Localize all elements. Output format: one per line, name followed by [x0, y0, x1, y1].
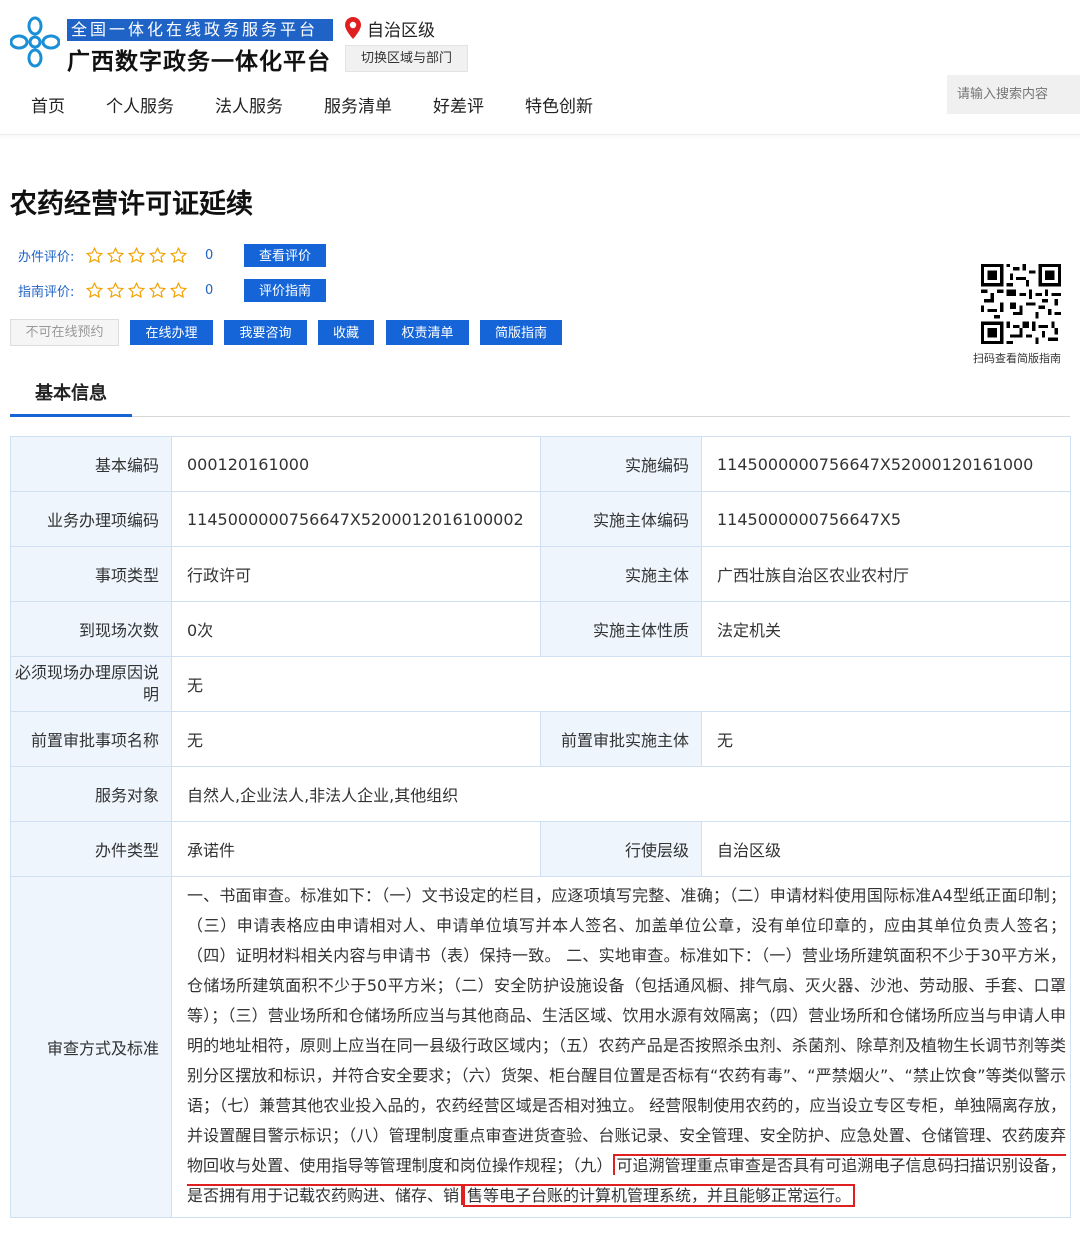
platform-banner: 全国一体化在线政务服务平台	[67, 19, 333, 41]
handling-rating-count: 0	[205, 247, 214, 263]
nav-personal-service[interactable]: 个人服务	[106, 92, 174, 117]
guide-rating-stars[interactable]	[86, 281, 187, 299]
pre-subject-value: 无	[701, 711, 1071, 767]
table-row: 业务办理项编码 1145000000756647X520001201610000…	[10, 491, 1071, 547]
simple-guide-button[interactable]: 简版指南	[480, 320, 562, 345]
subject-code-value: 1145000000756647X5	[701, 491, 1071, 547]
nav-innovation[interactable]: 特色创新	[525, 92, 593, 117]
nav-home[interactable]: 首页	[31, 92, 65, 117]
business-code-value: 1145000000756647X5200012016100002	[171, 491, 541, 547]
pre-subject-label: 前置审批实施主体	[540, 711, 702, 767]
level-value: 自治区级	[701, 821, 1071, 877]
table-row: 基本编码 000120161000 实施编码 1145000000756647X…	[10, 436, 1071, 492]
rights-list-button[interactable]: 权责清单	[386, 320, 469, 345]
subject-code-label: 实施主体编码	[540, 491, 702, 547]
basic-code-value: 000120161000	[171, 436, 541, 492]
review-text: 一、书面审查。标准如下：（一）文书设定的栏目，应逐项填写完整、准确；（二）申请材…	[187, 886, 1066, 1175]
search-input[interactable]	[947, 75, 1080, 114]
consult-button[interactable]: 我要咨询	[224, 320, 307, 345]
star-outline-icon[interactable]	[128, 281, 145, 299]
table-row: 到现场次数 0次 实施主体性质 法定机关	[10, 601, 1071, 657]
star-outline-icon[interactable]	[149, 281, 166, 299]
visits-label: 到现场次数	[10, 601, 172, 657]
basic-code-label: 基本编码	[10, 436, 172, 492]
nav-evaluation[interactable]: 好差评	[433, 92, 484, 117]
subject-value: 广西壮族自治区农业农村厅	[701, 546, 1071, 602]
table-row: 办件类型 承诺件 行使层级 自治区级	[10, 821, 1071, 877]
subject-nature-label: 实施主体性质	[540, 601, 702, 657]
table-row: 服务对象 自然人,企业法人,非法人企业,其他组织	[10, 766, 1071, 822]
target-label: 服务对象	[10, 766, 172, 822]
table-row: 审查方式及标准 一、书面审查。标准如下：（一）文书设定的栏目，应逐项填写完整、准…	[10, 876, 1071, 1218]
tab-basic-info[interactable]: 基本信息	[10, 380, 132, 417]
basic-info-table: 基本编码 000120161000 实施编码 1145000000756647X…	[10, 436, 1071, 1218]
pre-item-value: 无	[171, 711, 541, 767]
platform-name[interactable]: 广西数字政务一体化平台	[67, 42, 331, 76]
level-label: 行使层级	[540, 821, 702, 877]
location-indicator: 自治区级	[345, 16, 435, 41]
review-label: 审查方式及标准	[10, 876, 172, 1218]
target-value: 自然人,企业法人,非法人企业,其他组织	[171, 766, 1071, 822]
pre-item-label: 前置审批事项名称	[10, 711, 172, 767]
subject-label: 实施主体	[540, 546, 702, 602]
handle-type-label: 办件类型	[10, 821, 172, 877]
table-row: 必须现场办理原因说明 无	[10, 656, 1071, 712]
handling-rating-row: 办件评价: 0	[18, 244, 221, 266]
location-text: 自治区级	[367, 20, 435, 41]
star-outline-icon[interactable]	[170, 246, 187, 264]
online-handle-button[interactable]: 在线办理	[130, 320, 213, 345]
main-nav: 首页 个人服务 法人服务 服务清单 好差评 特色创新	[31, 92, 634, 117]
guide-rating-label: 指南评价:	[18, 284, 75, 300]
star-outline-icon[interactable]	[107, 246, 124, 264]
visits-value: 0次	[171, 601, 541, 657]
online-appointment-button-disabled: 不可在线预约	[10, 319, 119, 346]
view-evaluation-button[interactable]: 查看评价	[244, 244, 326, 267]
table-row: 事项类型 行政许可 实施主体 广西壮族自治区农业农村厅	[10, 546, 1071, 602]
handle-type-value: 承诺件	[171, 821, 541, 877]
onsite-reason-label: 必须现场办理原因说明	[10, 656, 172, 712]
star-outline-icon[interactable]	[86, 281, 103, 299]
review-standard-value: 一、书面审查。标准如下：（一）文书设定的栏目，应逐项填写完整、准确；（二）申请材…	[171, 876, 1071, 1218]
qr-caption: 扫码查看简版指南	[973, 352, 1061, 365]
guide-rating-row: 指南评价: 0	[18, 279, 221, 301]
star-outline-icon[interactable]	[86, 246, 103, 264]
onsite-reason-value: 无	[171, 656, 1071, 712]
guide-rating-count: 0	[205, 282, 214, 298]
table-row: 前置审批事项名称 无 前置审批实施主体 无	[10, 711, 1071, 767]
tab-divider	[10, 416, 1070, 417]
platform-logo-icon	[10, 16, 60, 68]
nav-service-list[interactable]: 服务清单	[324, 92, 392, 117]
item-type-label: 事项类型	[10, 546, 172, 602]
subject-nature-value: 法定机关	[701, 601, 1071, 657]
evaluate-guide-button[interactable]: 评价指南	[244, 279, 326, 302]
handling-rating-stars[interactable]	[86, 246, 187, 264]
impl-code-value: 1145000000756647X52000120161000	[701, 436, 1071, 492]
favorite-button[interactable]: 收藏	[318, 320, 374, 345]
site-header: 全国一体化在线政务服务平台 广西数字政务一体化平台 自治区级 切换区域与部门 首…	[0, 0, 1080, 135]
impl-code-label: 实施编码	[540, 436, 702, 492]
star-outline-icon[interactable]	[170, 281, 187, 299]
location-pin-icon	[345, 17, 361, 39]
highlight-traceability-part2: 售等电子台账的计算机管理系统，并且能够正常运行。	[463, 1184, 856, 1207]
item-type-value: 行政许可	[171, 546, 541, 602]
star-outline-icon[interactable]	[128, 246, 145, 264]
switch-region-button[interactable]: 切换区域与部门	[345, 45, 468, 72]
nav-legal-person-service[interactable]: 法人服务	[215, 92, 283, 117]
business-code-label: 业务办理项编码	[10, 491, 172, 547]
qr-code-icon	[981, 264, 1061, 344]
star-outline-icon[interactable]	[149, 246, 166, 264]
page-title: 农药经营许可证延续	[10, 189, 253, 220]
star-outline-icon[interactable]	[107, 281, 124, 299]
handling-rating-label: 办件评价:	[18, 249, 75, 265]
